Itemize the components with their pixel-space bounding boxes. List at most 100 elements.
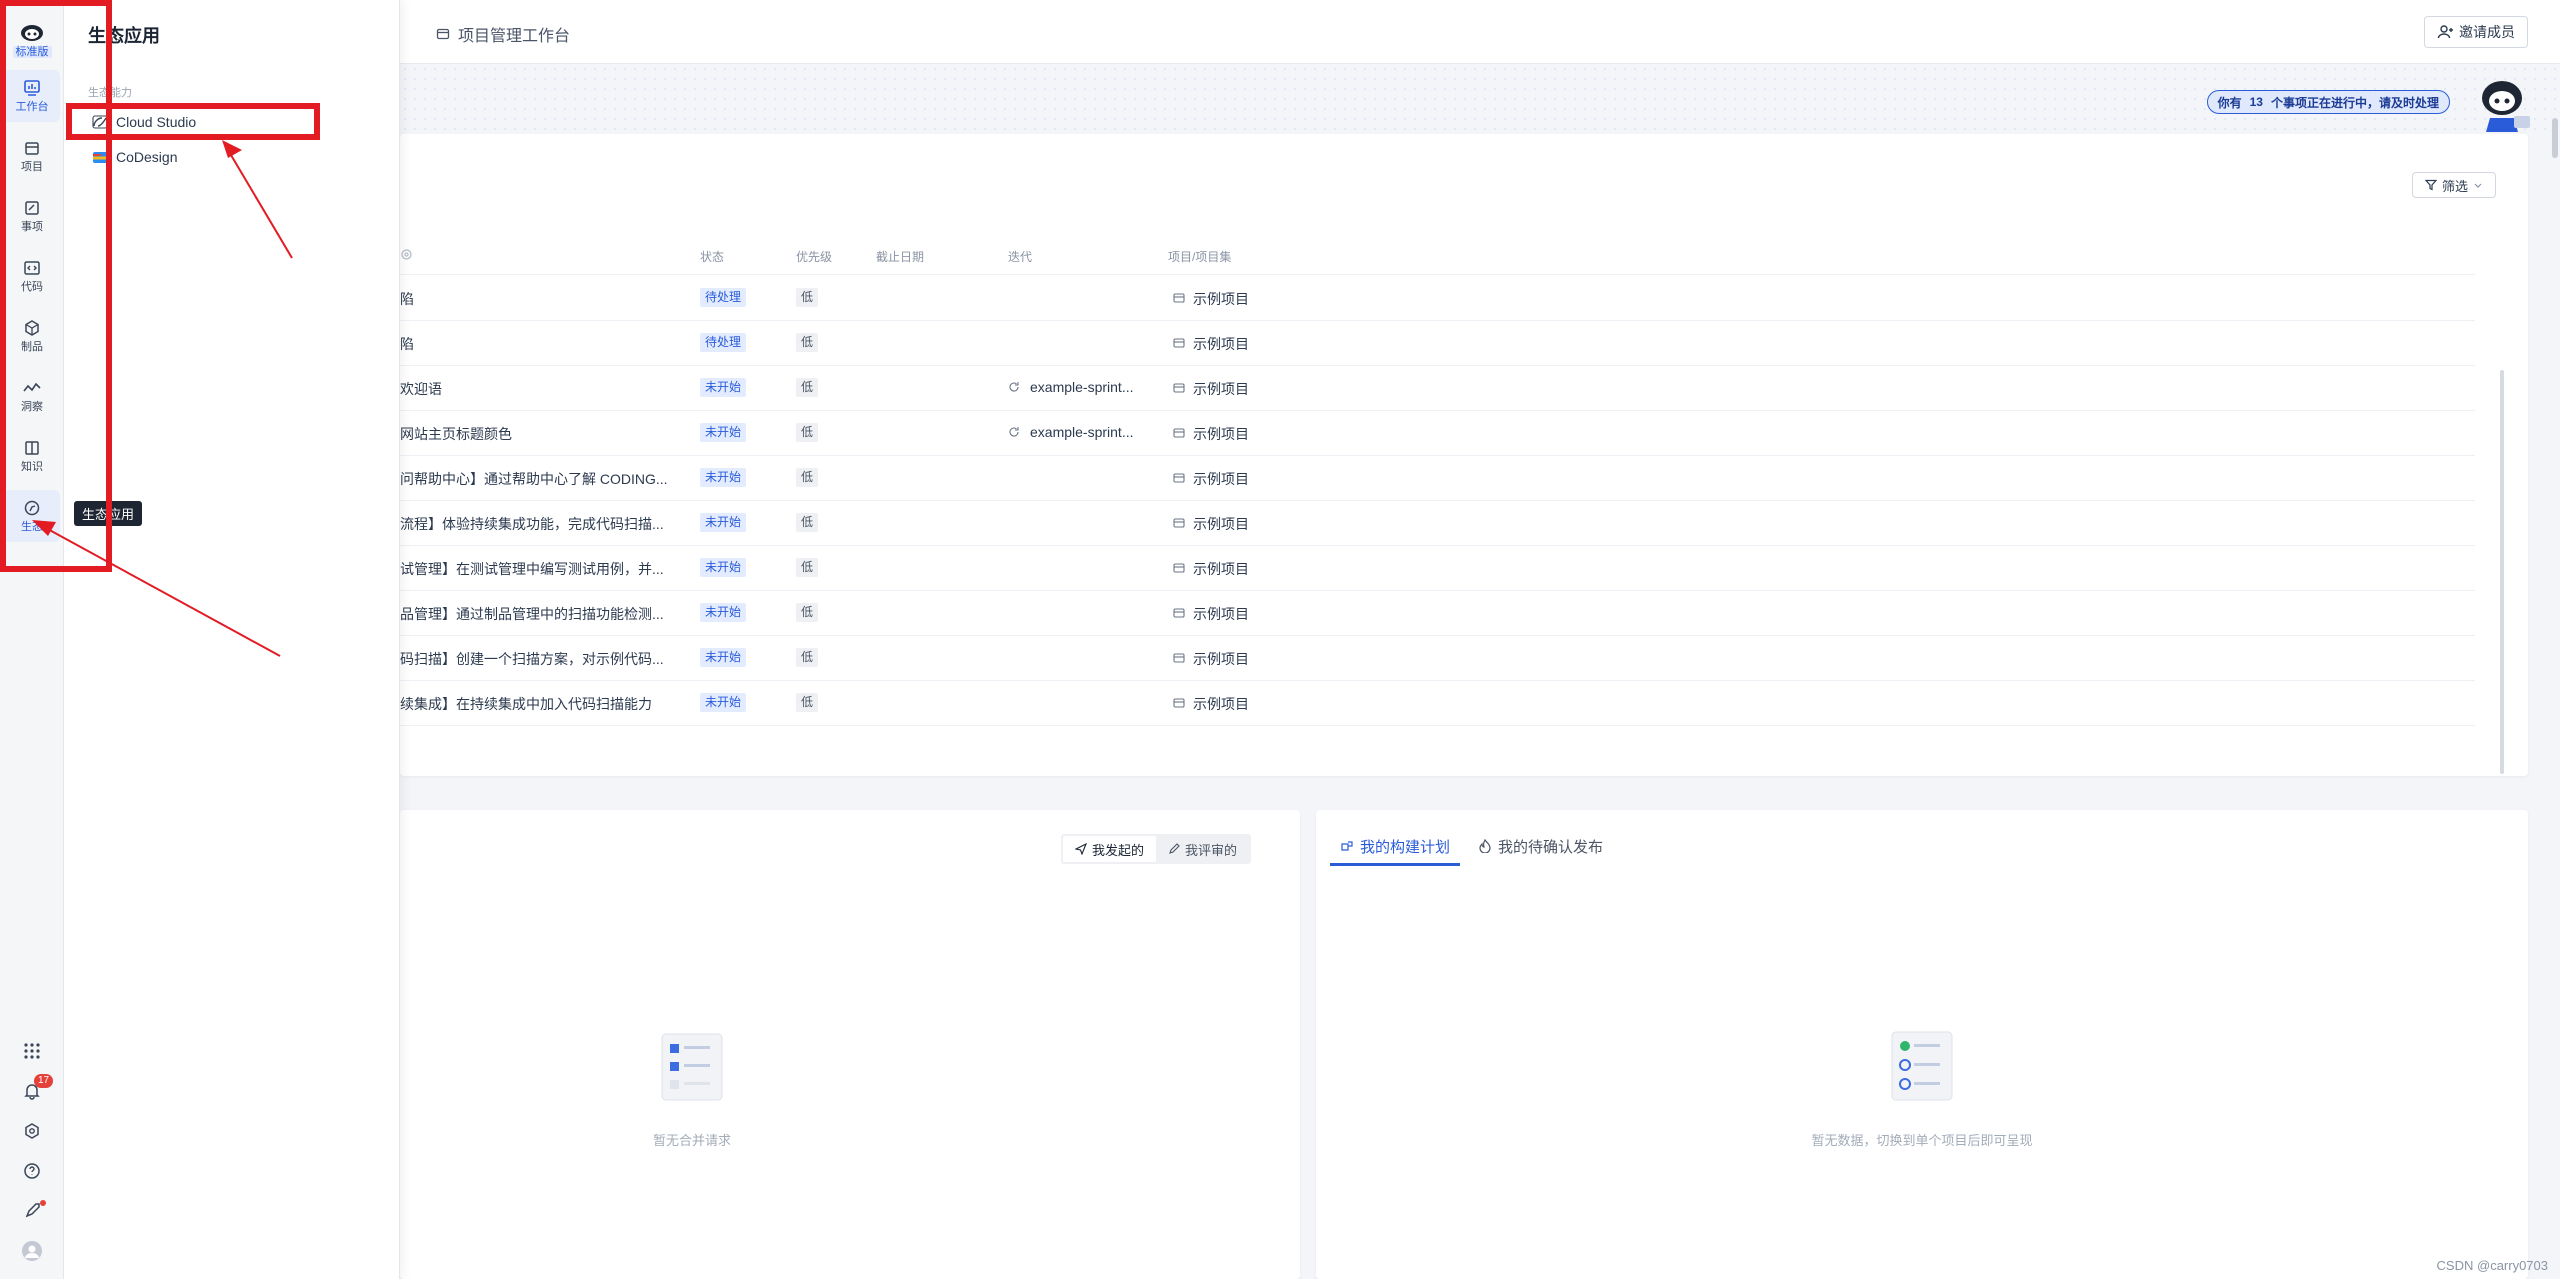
pending-notice[interactable]: 你有 13 个事项正在进行中，请及时处理 (2206, 90, 2450, 114)
rocket-icon (25, 1203, 40, 1218)
settings-button[interactable] (12, 1114, 52, 1148)
table-row[interactable]: 续集成】在持续集成中加入代码扫描能力 未开始 低 示例项目 (400, 681, 2480, 726)
status-badge: 未开始 (700, 603, 747, 622)
status-badge: 未开始 (700, 648, 747, 667)
invite-member-button[interactable]: 邀请成员 (2424, 16, 2528, 48)
issue-title[interactable]: 续集成】在持续集成中加入代码扫描能力 (400, 694, 652, 714)
launch-button[interactable] (12, 1194, 52, 1228)
table-row[interactable]: 网站主页标题颜色 未开始 低 example-sprint... 示例项目 (400, 411, 2480, 456)
issue-title[interactable]: 问帮助中心】通过帮助中心了解 CODING... (400, 469, 668, 489)
grid-icon (24, 1043, 40, 1059)
issue-title[interactable]: 试管理】在测试管理中编写测试用例，并... (400, 559, 664, 579)
codesign-link[interactable]: CoDesign (84, 142, 374, 172)
issue-title[interactable]: 陷 (400, 334, 414, 354)
codesign-label: CoDesign (116, 149, 178, 165)
tab-build-plans[interactable]: 我的构建计划 (1329, 830, 1461, 866)
priority-badge: 低 (796, 558, 819, 577)
table-row[interactable]: 流程】体验持续集成功能，完成代码扫描... 未开始 低 示例项目 (400, 501, 2480, 546)
status-badge: 未开始 (700, 558, 747, 577)
table-header: 状态 优先级 截止日期 迭代 项目/项目集 (400, 248, 2480, 274)
project-cell[interactable]: 示例项目 (1193, 379, 1249, 399)
tab-pending-release[interactable]: 我的待确认发布 (1478, 830, 1603, 862)
apps-grid-button[interactable] (12, 1034, 52, 1068)
project-icon (1173, 293, 1185, 303)
table-row[interactable]: 陷 待处理 低 示例项目 (400, 321, 2480, 366)
project-cell[interactable]: 示例项目 (1193, 559, 1249, 579)
issue-title[interactable]: 欢迎语 (400, 379, 442, 399)
project-cell[interactable]: 示例项目 (1193, 649, 1249, 669)
chevron-down-icon (2474, 183, 2482, 188)
build-icon (1341, 841, 1353, 851)
empty-checklist-illustration (1891, 1031, 1953, 1101)
hexagon-settings-icon (25, 1123, 39, 1139)
sprint-cell[interactable]: example-sprint... (1030, 424, 1133, 440)
project-icon (1173, 338, 1185, 348)
project-cell[interactable]: 示例项目 (1193, 334, 1249, 354)
update-dot (40, 1200, 46, 1206)
sprint-icon (1009, 382, 1019, 392)
row-divider (400, 725, 2475, 726)
project-cell[interactable]: 示例项目 (1193, 289, 1249, 309)
filter-label: 筛选 (2441, 178, 2468, 194)
seg-initiated-label: 我发起的 (1092, 842, 1145, 858)
project-cell[interactable]: 示例项目 (1193, 424, 1249, 444)
table-row[interactable]: 陷 待处理 低 示例项目 (400, 276, 2480, 321)
seg-reviewed[interactable]: 我评审的 (1156, 836, 1249, 862)
project-icon (1173, 653, 1185, 663)
priority-badge: 低 (796, 513, 819, 532)
avatar-icon (22, 1241, 42, 1261)
table-row[interactable]: 试管理】在测试管理中编写测试用例，并... 未开始 低 示例项目 (400, 546, 2480, 591)
notice-suffix: 个事项正在进行中，请及时处理 (2270, 95, 2439, 110)
merge-requests-card: 我发起的 我评审的 暂无合并请求 (400, 810, 1300, 1279)
page-scrollbar[interactable] (2552, 118, 2558, 158)
project-icon (1173, 563, 1185, 573)
priority-badge: 低 (796, 288, 819, 307)
breadcrumb[interactable]: 项目管理工作台 (436, 22, 570, 46)
user-avatar[interactable] (12, 1234, 52, 1268)
project-cell[interactable]: 示例项目 (1193, 694, 1249, 714)
build-tabs: 我的构建计划 我的待确认发布 (1329, 830, 1603, 866)
project-icon (1173, 383, 1185, 393)
empty-list-illustration (661, 1033, 723, 1101)
seg-reviewed-label: 我评审的 (1185, 842, 1238, 858)
breadcrumb-label: 项目管理工作台 (458, 28, 571, 45)
priority-badge: 低 (796, 378, 819, 397)
sprint-cell[interactable]: example-sprint... (1030, 379, 1133, 395)
table-row[interactable]: 欢迎语 未开始 低 example-sprint... 示例项目 (400, 366, 2480, 411)
project-cell[interactable]: 示例项目 (1193, 604, 1249, 624)
notifications-button[interactable]: 17 (12, 1074, 54, 1108)
table-row[interactable]: 品管理】通过制品管理中的扫描功能检测... 未开始 低 示例项目 (400, 591, 2480, 636)
mascot-icon (2482, 81, 2530, 132)
help-button[interactable] (12, 1154, 52, 1188)
project-cell[interactable]: 示例项目 (1193, 469, 1249, 489)
priority-badge: 低 (796, 693, 819, 712)
tab-release-label: 我的待确认发布 (1498, 838, 1604, 856)
welcome-banner: 你有 13 个事项正在进行中，请及时处理 (400, 64, 2560, 134)
issue-title[interactable]: 品管理】通过制品管理中的扫描功能检测... (400, 604, 664, 624)
priority-badge: 低 (796, 648, 819, 667)
top-bar: 项目管理工作台 邀请成员 (400, 0, 2560, 64)
seg-initiated[interactable]: 我发起的 (1063, 836, 1157, 862)
issue-title[interactable]: 陷 (400, 289, 414, 309)
invite-label: 邀请成员 (2459, 24, 2515, 40)
priority-badge: 低 (796, 423, 819, 442)
table-scrollbar[interactable] (2500, 370, 2504, 774)
build-empty-text: 暂无数据，切换到单个项目后即可呈现 (1811, 1133, 2033, 1148)
table-row[interactable]: 码扫描】创建一个扫描方案，对示例代码... 未开始 低 示例项目 (400, 636, 2480, 681)
project-icon (1173, 428, 1185, 438)
user-add-icon (2437, 25, 2453, 39)
project-cell[interactable]: 示例项目 (1193, 514, 1249, 534)
status-badge: 未开始 (700, 378, 747, 397)
filter-button[interactable]: 筛选 (2411, 172, 2496, 198)
table-row[interactable]: 问帮助中心】通过帮助中心了解 CODING... 未开始 低 示例项目 (400, 456, 2480, 501)
status-badge: 待处理 (700, 288, 747, 307)
issue-title[interactable]: 流程】体验持续集成功能，完成代码扫描... (400, 514, 664, 534)
issue-title[interactable]: 码扫描】创建一个扫描方案，对示例代码... (400, 649, 664, 669)
annotation-highlight-rail (0, 0, 112, 572)
status-badge: 未开始 (700, 423, 747, 442)
column-settings-icon[interactable] (400, 248, 413, 261)
issue-title[interactable]: 网站主页标题颜色 (400, 424, 512, 444)
send-icon (1075, 843, 1087, 855)
project-icon (1173, 608, 1185, 618)
watermark: CSDN @carry0703 (2436, 1258, 2548, 1273)
